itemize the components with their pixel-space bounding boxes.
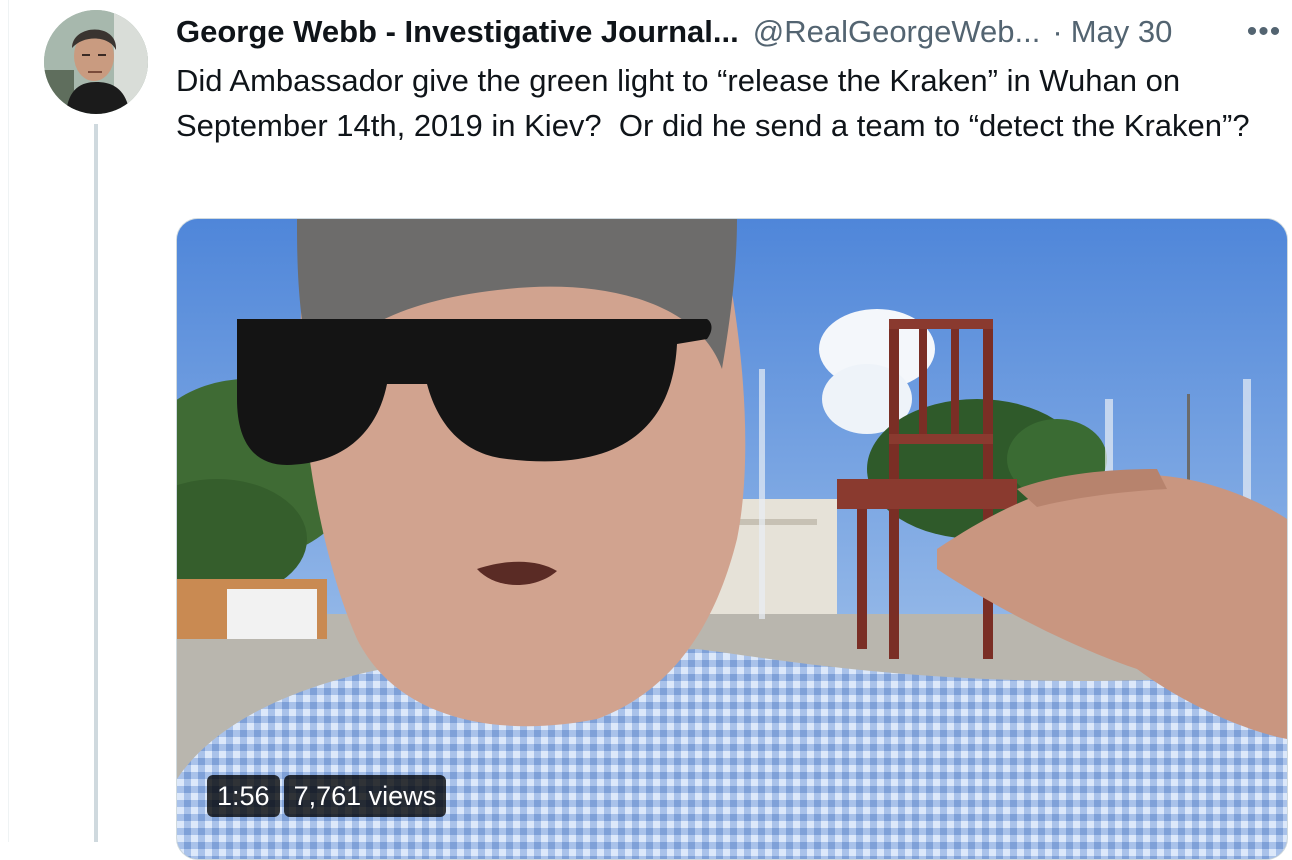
timeline-border <box>0 0 9 842</box>
video-stats-badge: 1:56 7,761 views <box>207 775 447 817</box>
tweet-date[interactable]: May 30 <box>1071 14 1173 50</box>
thread-connector-line <box>94 124 98 842</box>
author-display-name[interactable]: George Webb - Investigative Journal... <box>176 14 739 50</box>
video-views: 7,761 views <box>283 775 447 817</box>
video-player[interactable]: 1:56 7,761 views <box>176 218 1288 860</box>
video-duration: 1:56 <box>207 775 280 817</box>
date-separator: · <box>1052 14 1063 49</box>
avatar-image <box>44 10 148 114</box>
more-horizontal-icon[interactable]: ••• <box>1242 12 1286 52</box>
tweet-header: George Webb - Investigative Journal... @… <box>176 12 1286 52</box>
avatar[interactable] <box>44 10 148 114</box>
video-thumbnail <box>177 219 1287 859</box>
author-handle[interactable]: @RealGeorgeWeb... <box>753 14 1041 50</box>
tweet-text: Did Ambassador give the green light to “… <box>176 63 1250 143</box>
